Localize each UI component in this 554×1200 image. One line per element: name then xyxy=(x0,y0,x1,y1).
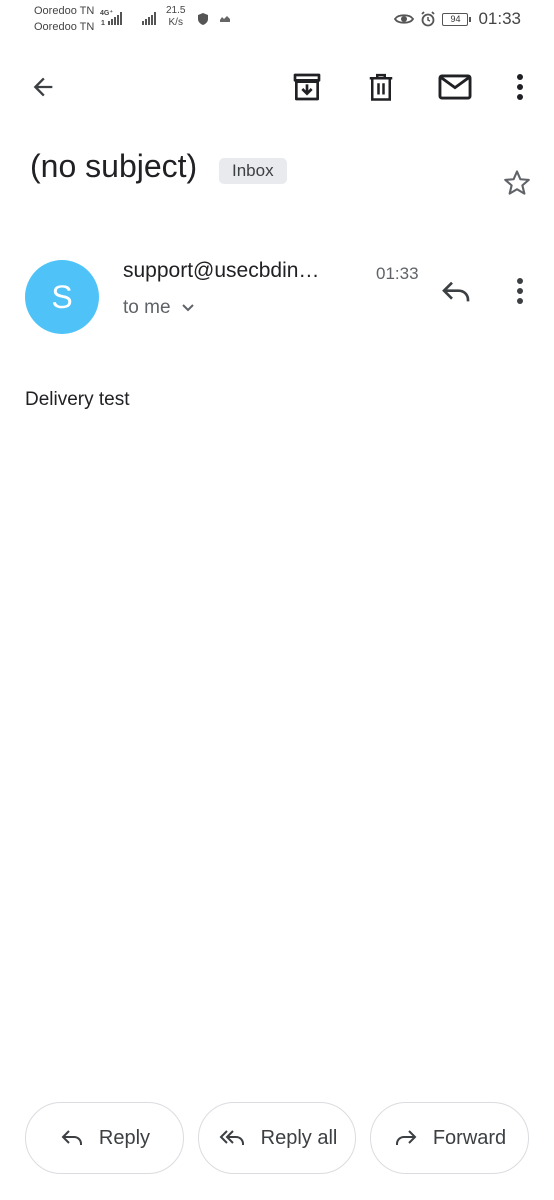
forward-button-label: Forward xyxy=(432,1126,507,1149)
reply-button[interactable]: Reply xyxy=(25,1102,184,1174)
quick-reply-button[interactable] xyxy=(434,270,478,314)
reply-all-button-label: Reply all xyxy=(260,1126,338,1149)
signal-icon-2 xyxy=(142,12,156,25)
forward-icon xyxy=(395,1130,417,1145)
more-vert-icon xyxy=(517,278,523,304)
shield-icon xyxy=(198,13,208,25)
sender-address[interactable]: support@usecbdin… xyxy=(123,259,363,283)
status-right-group: 94 01:33 xyxy=(394,9,521,29)
star-button[interactable] xyxy=(496,162,538,204)
delete-button[interactable] xyxy=(360,66,402,108)
carrier-2-label: Ooredoo TN xyxy=(34,21,95,33)
alarm-icon xyxy=(421,11,436,27)
message-body: Delivery test xyxy=(25,389,130,410)
reply-all-icon xyxy=(219,1130,244,1145)
eye-icon xyxy=(394,14,415,24)
email-subject: (no subject) xyxy=(30,148,198,184)
back-button[interactable] xyxy=(22,66,64,108)
battery-indicator: 94 xyxy=(442,12,472,26)
cloud-sync-icon xyxy=(220,16,230,22)
signal-icon-1 xyxy=(108,12,122,25)
forward-button[interactable]: Forward xyxy=(370,1102,529,1174)
battery-level: 94 xyxy=(450,14,461,24)
chevron-down-icon xyxy=(181,304,194,312)
message-more-button[interactable] xyxy=(499,270,541,312)
recipients-toggle[interactable]: to me xyxy=(123,297,195,319)
mark-unread-button[interactable] xyxy=(434,66,476,108)
arrow-left-icon xyxy=(33,77,53,97)
network-speed-unit: K/s xyxy=(168,17,183,28)
trash-icon xyxy=(369,73,393,101)
status-bar: Ooredoo TN Ooredoo TN 4G⁺ 1 21.5 K/s 94 … xyxy=(0,0,554,40)
inbox-label-chip[interactable]: Inbox xyxy=(219,158,287,184)
sender-avatar[interactable]: S xyxy=(25,260,99,334)
message-time: 01:33 xyxy=(376,264,419,283)
more-options-button[interactable] xyxy=(499,66,541,108)
more-vert-icon xyxy=(517,74,523,100)
sender-initial: S xyxy=(51,278,73,315)
star-icon xyxy=(504,170,530,195)
reply-icon xyxy=(442,281,470,302)
recipients-label: to me xyxy=(123,297,171,318)
reply-all-button[interactable]: Reply all xyxy=(198,1102,356,1174)
archive-button[interactable] xyxy=(286,66,328,108)
reply-button-label: Reply xyxy=(98,1126,151,1149)
sim2-tag: 1 xyxy=(101,20,105,27)
mail-icon xyxy=(438,74,472,100)
archive-icon xyxy=(293,73,321,101)
reply-icon xyxy=(61,1130,82,1145)
status-clock: 01:33 xyxy=(478,9,521,28)
carrier-1-label: Ooredoo TN xyxy=(34,5,95,17)
network-speed: 21.5 K/s xyxy=(166,5,185,29)
network-speed-value: 21.5 xyxy=(166,5,186,16)
